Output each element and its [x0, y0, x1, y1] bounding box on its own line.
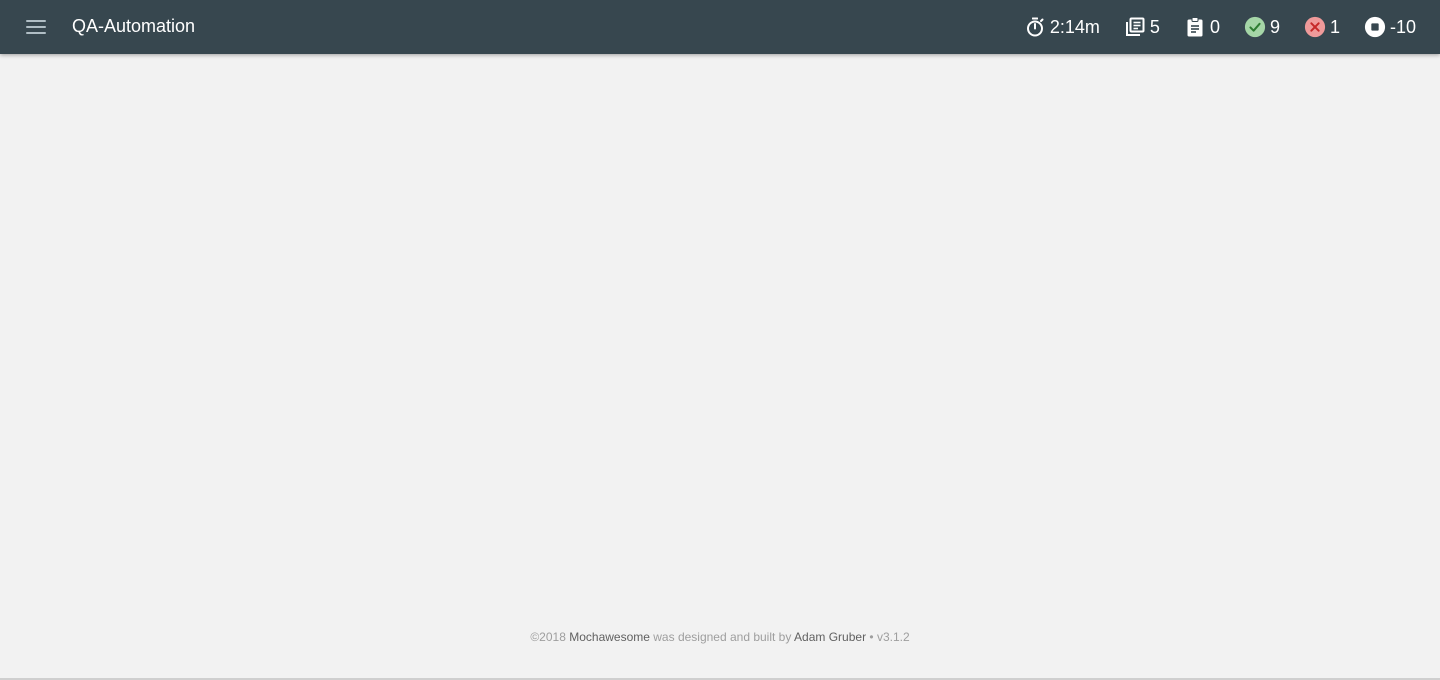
stat-duration[interactable]: 2:14m [1024, 15, 1100, 39]
stat-suites[interactable]: 5 [1124, 15, 1160, 39]
stat-pending[interactable]: -10 [1364, 15, 1416, 39]
footer-text: was designed and built by [653, 630, 792, 644]
stat-pending-value: -10 [1389, 17, 1416, 37]
footer: ©2018 Mochawesome was designed and built… [0, 629, 1440, 645]
library-books-icon [1124, 16, 1146, 38]
footer-author-link[interactable]: Adam Gruber [794, 630, 866, 644]
footer-separator: • [869, 630, 874, 644]
stop-circle-icon [1364, 16, 1386, 38]
stat-failed[interactable]: 1 [1304, 15, 1340, 39]
app-title: QA-Automation [72, 16, 196, 36]
navbar: QA-Automation 2:14m 5 0 9 1 -10 [0, 0, 1440, 54]
footer-version: v3.1.2 [876, 630, 910, 644]
stat-failed-value: 1 [1329, 17, 1340, 37]
summary-stats: 2:14m 5 0 9 1 -10 [1000, 0, 1416, 54]
stat-tests[interactable]: 0 [1184, 15, 1220, 39]
timer-icon [1024, 16, 1046, 38]
close-circle-icon [1304, 16, 1326, 38]
stat-tests-value: 0 [1209, 17, 1220, 37]
check-circle-icon [1244, 16, 1266, 38]
clipboard-icon [1184, 16, 1206, 38]
hamburger-menu-icon[interactable] [26, 17, 46, 37]
stat-passed-value: 9 [1269, 17, 1280, 37]
stat-duration-value: 2:14m [1049, 17, 1100, 37]
footer-copyright: ©2018 [530, 630, 566, 644]
footer-brand-link[interactable]: Mochawesome [569, 630, 650, 644]
stat-passed[interactable]: 9 [1244, 15, 1280, 39]
stat-suites-value: 5 [1149, 17, 1160, 37]
